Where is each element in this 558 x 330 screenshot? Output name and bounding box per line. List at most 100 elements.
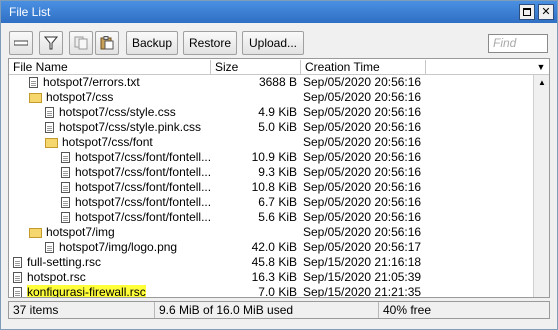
creation-time-cell: Sep/05/2020 20:56:16 [303,165,422,179]
table-row[interactable]: hotspot7/errors.txt 3688 B Sep/05/2020 20:… [9,75,533,90]
file-table: File Name Size Creation Time ▼ hotspot7/… [8,58,550,298]
column-header-name[interactable]: File Name [9,60,211,74]
close-window-button[interactable]: ✕ [538,4,554,20]
file-name-label: hotspot7/css/style.pink.css [59,120,202,134]
filter-button[interactable] [39,31,63,55]
copy-button[interactable] [69,31,93,55]
status-items-count: 37 items [9,302,155,318]
file-name-cell: hotspot7/css/font/fontell... [9,180,211,195]
upload-button[interactable]: Upload... [242,31,304,55]
table-row[interactable]: hotspot7/img Sep/05/2020 20:56:16 [9,225,533,240]
file-size-cell: 42.0 KiB [251,240,297,254]
file-name-cell: hotspot7/css/font/fontell... [9,210,211,225]
creation-time-cell: Sep/05/2020 20:56:17 [303,240,422,254]
creation-time-cell: Sep/05/2020 20:56:16 [303,90,422,104]
creation-time-cell: Sep/05/2020 20:56:16 [303,150,422,164]
copy-icon [74,36,88,50]
column-header-time[interactable]: Creation Time [301,60,426,74]
folder-icon [29,227,42,238]
file-icon [45,122,54,133]
folder-icon [29,92,42,103]
table-row[interactable]: hotspot7/css/font/fontell... 10.8 KiB Sep/… [9,180,533,195]
table-row[interactable]: hotspot7/css/font/fontell... 10.9 KiB Sep/… [9,150,533,165]
find-input[interactable]: Find [488,34,548,53]
creation-time-cell: Sep/05/2020 20:56:16 [303,210,422,224]
table-header: File Name Size Creation Time ▼ [9,59,549,75]
file-name-label: hotspot7/img/logo.png [59,240,178,254]
table-row[interactable]: hotspot.rsc 16.3 KiB Sep/15/2020 21:05:39 [9,270,533,285]
table-row[interactable]: hotspot7/css/font/fontell... 6.7 KiB Sep/0… [9,195,533,210]
status-disk-usage: 9.6 MiB of 16.0 MiB used [155,302,379,318]
file-icon [61,212,70,223]
close-icon: ✕ [541,5,551,18]
file-name-label: konfigurasi-firewall.rsc [27,285,146,298]
file-name-label: hotspot7/css/style.css [59,105,176,119]
table-row[interactable]: hotspot7/css/font/fontell... 9.3 KiB Sep/0… [9,165,533,180]
remove-button[interactable] [9,31,33,55]
table-row[interactable]: hotspot7/img/logo.png 42.0 KiB Sep/05/2020… [9,240,533,255]
file-name-cell: hotspot7/css [9,90,211,105]
restore-window-button[interactable] [519,4,535,20]
file-name-cell: hotspot7/css/font/fontell... [9,195,211,210]
title-bar[interactable]: File List ✕ [1,1,557,23]
file-icon [13,272,22,283]
creation-time-cell: Sep/05/2020 20:56:16 [303,120,422,134]
filter-icon [44,36,58,50]
creation-time-cell: Sep/05/2020 20:56:16 [303,135,422,149]
column-menu-button[interactable]: ▼ [533,60,549,74]
table-row[interactable]: hotspot7/css/font Sep/05/2020 20:56:16 [9,135,533,150]
creation-time-cell: Sep/05/2020 20:56:16 [303,75,422,89]
file-icon [61,152,70,163]
file-name-label: hotspot.rsc [27,270,86,284]
file-name-cell: full-setting.rsc [9,255,211,270]
backup-button[interactable]: Backup [126,31,178,55]
file-icon [29,77,38,88]
file-size-cell: 10.9 KiB [251,150,297,164]
table-row[interactable]: konfigurasi-firewall.rsc 7.0 KiB Sep/15/20… [9,285,533,298]
file-name-label: hotspot7/errors.txt [43,75,140,89]
paste-icon [100,36,114,50]
file-list-window: File List ✕ Backup Restore Upload... Fin… [0,0,558,330]
file-size-cell: 45.8 KiB [251,255,297,269]
restore-button[interactable]: Restore [183,31,237,55]
file-name-label: hotspot7/css/font/fontell... [75,165,211,179]
creation-time-cell: Sep/15/2020 21:05:39 [303,270,422,284]
creation-time-cell: Sep/05/2020 20:56:16 [303,225,422,239]
column-header-size[interactable]: Size [211,60,301,74]
table-row[interactable]: full-setting.rsc 45.8 KiB Sep/15/2020 21:1… [9,255,533,270]
file-name-cell: hotspot7/css/style.pink.css [9,120,211,135]
file-name-cell: hotspot7/css/font/fontell... [9,165,211,180]
table-row[interactable]: hotspot7/css/style.css 4.9 KiB Sep/05/2020… [9,105,533,120]
file-size-cell: 4.9 KiB [258,105,297,119]
scroll-up-icon[interactable]: ▲ [534,75,549,89]
minus-icon [14,40,28,46]
file-name-label: hotspot7/img [46,225,115,239]
file-name-label: hotspot7/css/font [62,135,153,149]
file-icon [45,107,54,118]
file-icon [61,182,70,193]
file-size-cell [211,135,299,150]
file-name-cell: hotspot7/errors.txt [9,75,211,90]
file-size-cell [211,225,299,240]
paste-button[interactable] [95,31,119,55]
file-icon [13,257,22,268]
file-name-label: hotspot7/css [46,90,114,104]
table-row[interactable]: hotspot7/css/font/fontell... 5.6 KiB Sep/0… [9,210,533,225]
status-free-space: 40% free [383,303,432,317]
status-bar: 37 items 9.6 MiB of 16.0 MiB used 40% fr… [8,301,550,319]
file-name-label: hotspot7/css/font/fontell... [75,195,211,209]
file-icon [61,197,70,208]
creation-time-cell: Sep/05/2020 20:56:16 [303,180,422,194]
file-size-cell: 6.7 KiB [258,195,297,209]
file-icon [61,167,70,178]
file-size-cell: 5.6 KiB [258,210,297,224]
file-icon [45,242,54,253]
file-name-cell: hotspot7/css/style.css [9,105,211,120]
table-row[interactable]: hotspot7/css Sep/05/2020 20:56:16 [9,90,533,105]
file-name-label: hotspot7/css/font/fontell... [75,210,211,224]
vertical-scrollbar[interactable]: ▲ [533,75,549,297]
file-name-cell: konfigurasi-firewall.rsc [9,285,211,298]
table-row[interactable]: hotspot7/css/style.pink.css 5.0 KiB Sep/05… [9,120,533,135]
creation-time-cell: Sep/15/2020 21:21:35 [303,285,422,298]
creation-time-cell: Sep/05/2020 20:56:16 [303,105,422,119]
